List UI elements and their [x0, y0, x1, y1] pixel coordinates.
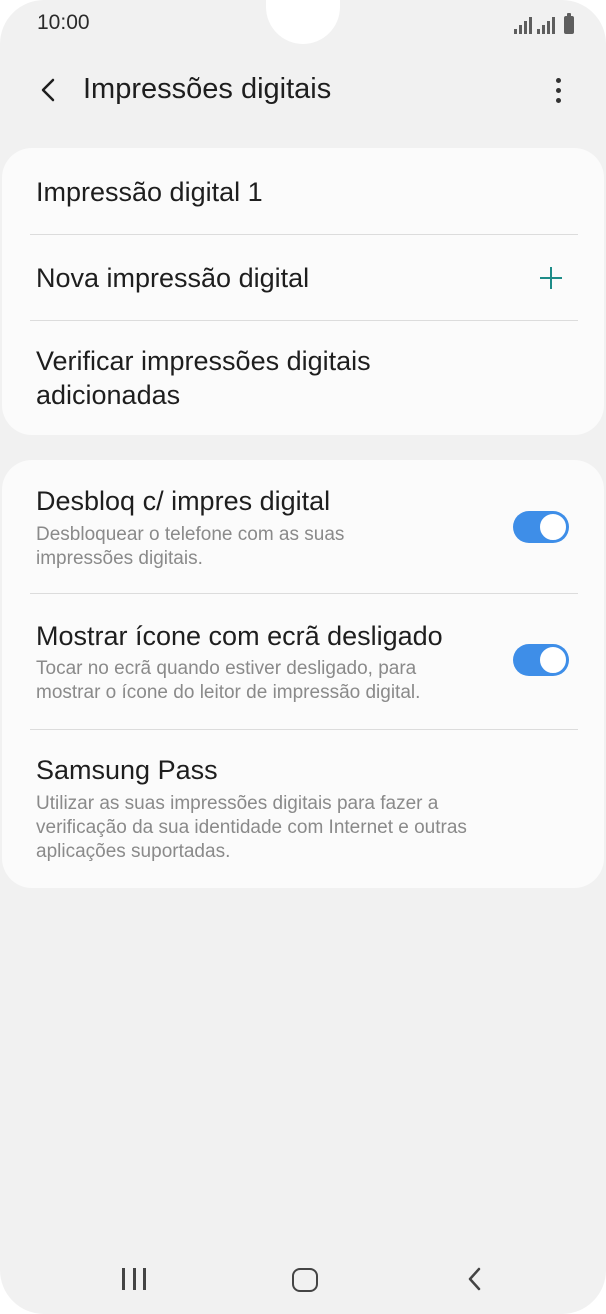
camera-notch — [266, 0, 340, 44]
page-title: Impressões digitais — [83, 73, 332, 105]
show-icon-title: Mostrar ícone com ecrã desligado — [36, 621, 443, 651]
settings-card: Desbloq c/ impres digital Desbloquear o … — [2, 460, 604, 888]
fingerprint-1-label: Impressão digital 1 — [36, 177, 263, 207]
phone-screen: 10:00 Impressões digitais Impressão digi… — [0, 0, 606, 1314]
back-icon[interactable] — [464, 1266, 486, 1292]
plus-icon — [536, 263, 566, 293]
show-icon-screen-off-item[interactable]: Mostrar ícone com ecrã desligado Tocar n… — [2, 594, 604, 729]
status-time: 10:00 — [37, 11, 90, 34]
fingerprint-unlock-toggle[interactable] — [513, 511, 569, 543]
fingerprint-unlock-title: Desbloq c/ impres digital — [36, 486, 331, 516]
check-fingerprints-label-line1: Verificar impressões digitais — [36, 346, 371, 376]
samsung-pass-item[interactable]: Samsung Pass Utilizar as suas impressões… — [2, 730, 604, 888]
add-fingerprint-label: Nova impressão digital — [36, 263, 310, 293]
add-fingerprint-item[interactable]: Nova impressão digital — [2, 235, 604, 321]
more-vertical-icon[interactable] — [540, 72, 576, 108]
samsung-pass-subtitle-line3: aplicações suportadas. — [36, 841, 231, 862]
status-bar: 10:00 — [0, 0, 606, 48]
check-fingerprints-label-line2: adicionadas — [36, 380, 181, 410]
fingerprint-1-item[interactable]: Impressão digital 1 — [2, 148, 604, 235]
status-icons — [514, 12, 574, 34]
signal-icon-2 — [537, 16, 555, 34]
fingerprint-unlock-subtitle-line2: impressões digitais. — [36, 548, 203, 569]
show-icon-subtitle-line1: Tocar no ecrã quando estiver desligado, … — [36, 658, 417, 679]
fingerprints-card: Impressão digital 1 Nova impressão digit… — [2, 148, 604, 435]
toggle-knob — [538, 512, 568, 542]
navigation-bar — [0, 1250, 606, 1310]
samsung-pass-subtitle-line2: verificação da sua identidade com Intern… — [36, 817, 467, 838]
recents-icon[interactable] — [122, 1268, 146, 1290]
fingerprint-unlock-subtitle-line1: Desbloquear o telefone com as suas — [36, 524, 345, 545]
check-fingerprints-item[interactable]: Verificar impressões digitais adicionada… — [2, 321, 604, 435]
show-icon-subtitle-line2: mostrar o ícone do leitor de impressão d… — [36, 682, 421, 703]
battery-icon — [564, 13, 574, 34]
samsung-pass-title: Samsung Pass — [36, 755, 218, 785]
signal-icon — [514, 16, 532, 34]
app-header: Impressões digitais — [0, 60, 606, 120]
show-icon-toggle[interactable] — [513, 644, 569, 676]
toggle-knob — [538, 645, 568, 675]
samsung-pass-subtitle-line1: Utilizar as suas impressões digitais par… — [36, 793, 439, 814]
fingerprint-unlock-item[interactable]: Desbloq c/ impres digital Desbloquear o … — [2, 460, 604, 594]
home-icon[interactable] — [292, 1268, 318, 1292]
chevron-left-icon[interactable] — [30, 72, 66, 108]
